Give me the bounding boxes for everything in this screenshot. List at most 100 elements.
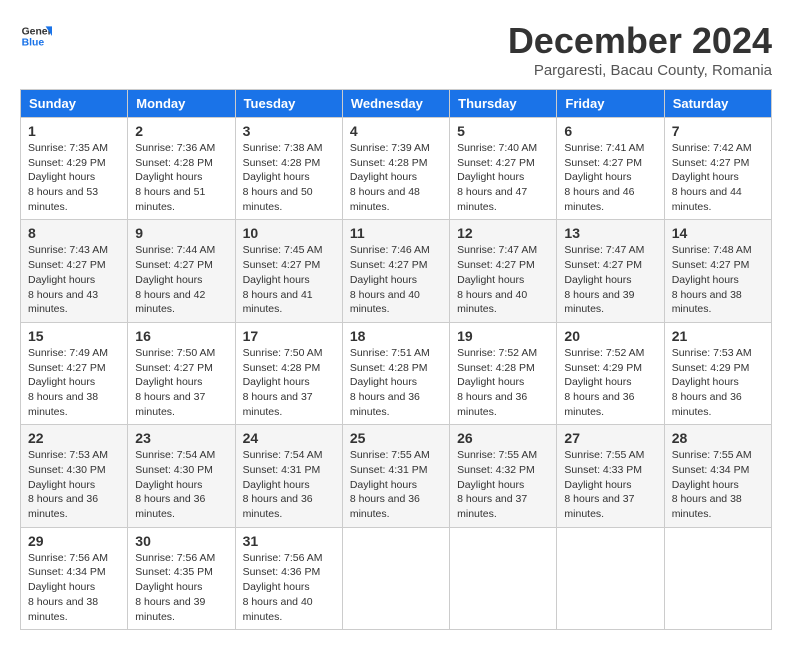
title-block: December 2024 Pargaresti, Bacau County, … [508, 20, 772, 79]
calendar-cell: 1 Sunrise: 7:35 AMSunset: 4:29 PMDaylight… [21, 118, 128, 220]
day-header-saturday: Saturday [664, 90, 771, 118]
calendar-cell: 3Sunrise: 7:38 AMSunset: 4:28 PMDaylight… [235, 118, 342, 220]
calendar-cell: 29Sunrise: 7:56 AMSunset: 4:34 PMDayligh… [21, 527, 128, 629]
day-info: Sunrise: 7:55 AMSunset: 4:34 PMDaylight … [672, 448, 764, 521]
calendar-cell [450, 527, 557, 629]
day-number: 1 [28, 123, 120, 139]
day-number: 7 [672, 123, 764, 139]
day-number: 20 [564, 328, 656, 344]
day-info: Sunrise: 7:50 AMSunset: 4:27 PMDaylight … [135, 346, 227, 419]
calendar-header-row: SundayMondayTuesdayWednesdayThursdayFrid… [21, 90, 772, 118]
week-row-4: 22Sunrise: 7:53 AMSunset: 4:30 PMDayligh… [21, 425, 772, 527]
location-subtitle: Pargaresti, Bacau County, Romania [508, 62, 772, 79]
day-info: Sunrise: 7:44 AMSunset: 4:27 PMDaylight … [135, 243, 227, 316]
day-number: 16 [135, 328, 227, 344]
day-info: Sunrise: 7:50 AMSunset: 4:28 PMDaylight … [243, 346, 335, 419]
week-row-3: 15Sunrise: 7:49 AMSunset: 4:27 PMDayligh… [21, 322, 772, 424]
calendar-cell: 11 Sunrise: 7:46 AMSunset: 4:27 PMDayligh… [342, 220, 449, 322]
day-info: Sunrise: 7:53 AMSunset: 4:29 PMDaylight … [672, 346, 764, 419]
day-number: 11 [350, 225, 442, 241]
day-info: Sunrise: 7:55 AMSunset: 4:33 PMDaylight … [564, 448, 656, 521]
calendar-cell: 10 Sunrise: 7:45 AMSunset: 4:27 PMDayligh… [235, 220, 342, 322]
calendar-cell: 18 Sunrise: 7:51 AMSunset: 4:28 PMDayligh… [342, 322, 449, 424]
day-number: 28 [672, 430, 764, 446]
calendar-table: SundayMondayTuesdayWednesdayThursdayFrid… [20, 89, 772, 630]
day-info: Sunrise: 7:54 AMSunset: 4:31 PMDaylight … [243, 448, 335, 521]
day-number: 10 [243, 225, 335, 241]
day-info: Sunrise: 7:53 AMSunset: 4:30 PMDaylight … [28, 448, 120, 521]
calendar-cell: 5 Sunrise: 7:40 AMSunset: 4:27 PMDaylight… [450, 118, 557, 220]
day-number: 18 [350, 328, 442, 344]
day-number: 14 [672, 225, 764, 241]
day-info: Sunrise: 7:36 AMSunset: 4:28 PMDaylight … [135, 141, 227, 214]
day-header-wednesday: Wednesday [342, 90, 449, 118]
day-number: 29 [28, 533, 120, 549]
day-number: 25 [350, 430, 442, 446]
day-header-monday: Monday [128, 90, 235, 118]
calendar-cell [557, 527, 664, 629]
day-number: 31 [243, 533, 335, 549]
day-number: 12 [457, 225, 549, 241]
calendar-cell: 30 Sunrise: 7:56 AMSunset: 4:35 PMDayligh… [128, 527, 235, 629]
calendar-cell: 15Sunrise: 7:49 AMSunset: 4:27 PMDayligh… [21, 322, 128, 424]
day-info: Sunrise: 7:46 AMSunset: 4:27 PMDaylight … [350, 243, 442, 316]
day-header-thursday: Thursday [450, 90, 557, 118]
day-number: 5 [457, 123, 549, 139]
day-info: Sunrise: 7:52 AMSunset: 4:28 PMDaylight … [457, 346, 549, 419]
logo-icon: General Blue [20, 20, 52, 52]
calendar-cell [342, 527, 449, 629]
calendar-cell: 23Sunrise: 7:54 AMSunset: 4:30 PMDayligh… [128, 425, 235, 527]
logo: General Blue [20, 20, 52, 52]
calendar-cell: 20 Sunrise: 7:52 AMSunset: 4:29 PMDayligh… [557, 322, 664, 424]
calendar-cell: 22Sunrise: 7:53 AMSunset: 4:30 PMDayligh… [21, 425, 128, 527]
day-info: Sunrise: 7:52 AMSunset: 4:29 PMDaylight … [564, 346, 656, 419]
calendar-cell: 17 Sunrise: 7:50 AMSunset: 4:28 PMDayligh… [235, 322, 342, 424]
calendar-cell: 13Sunrise: 7:47 AMSunset: 4:27 PMDayligh… [557, 220, 664, 322]
calendar-cell: 28 Sunrise: 7:55 AMSunset: 4:34 PMDayligh… [664, 425, 771, 527]
month-title: December 2024 [508, 20, 772, 62]
calendar-cell: 25 Sunrise: 7:55 AMSunset: 4:31 PMDayligh… [342, 425, 449, 527]
day-number: 9 [135, 225, 227, 241]
day-number: 30 [135, 533, 227, 549]
day-info: Sunrise: 7:45 AMSunset: 4:27 PMDaylight … [243, 243, 335, 316]
calendar-cell: 26 Sunrise: 7:55 AMSunset: 4:32 PMDayligh… [450, 425, 557, 527]
day-number: 21 [672, 328, 764, 344]
calendar-cell [664, 527, 771, 629]
day-info: Sunrise: 7:39 AMSunset: 4:28 PMDaylight … [350, 141, 442, 214]
day-number: 2 [135, 123, 227, 139]
day-number: 19 [457, 328, 549, 344]
calendar-cell: 31 Sunrise: 7:56 AMSunset: 4:36 PMDayligh… [235, 527, 342, 629]
day-number: 26 [457, 430, 549, 446]
day-info: Sunrise: 7:43 AMSunset: 4:27 PMDaylight … [28, 243, 120, 316]
calendar-cell: 7 Sunrise: 7:42 AMSunset: 4:27 PMDaylight… [664, 118, 771, 220]
week-row-2: 8 Sunrise: 7:43 AMSunset: 4:27 PMDaylight… [21, 220, 772, 322]
day-number: 8 [28, 225, 120, 241]
day-info: Sunrise: 7:40 AMSunset: 4:27 PMDaylight … [457, 141, 549, 214]
day-info: Sunrise: 7:56 AMSunset: 4:35 PMDaylight … [135, 551, 227, 624]
day-info: Sunrise: 7:51 AMSunset: 4:28 PMDaylight … [350, 346, 442, 419]
calendar-cell: 4 Sunrise: 7:39 AMSunset: 4:28 PMDaylight… [342, 118, 449, 220]
calendar-cell: 14 Sunrise: 7:48 AMSunset: 4:27 PMDayligh… [664, 220, 771, 322]
day-info: Sunrise: 7:38 AMSunset: 4:28 PMDaylight … [243, 141, 335, 214]
week-row-1: 1 Sunrise: 7:35 AMSunset: 4:29 PMDaylight… [21, 118, 772, 220]
day-info: Sunrise: 7:42 AMSunset: 4:27 PMDaylight … [672, 141, 764, 214]
day-info: Sunrise: 7:47 AMSunset: 4:27 PMDaylight … [564, 243, 656, 316]
day-info: Sunrise: 7:55 AMSunset: 4:32 PMDaylight … [457, 448, 549, 521]
day-info: Sunrise: 7:47 AMSunset: 4:27 PMDaylight … [457, 243, 549, 316]
day-number: 17 [243, 328, 335, 344]
day-info: Sunrise: 7:41 AMSunset: 4:27 PMDaylight … [564, 141, 656, 214]
calendar-cell: 9 Sunrise: 7:44 AMSunset: 4:27 PMDaylight… [128, 220, 235, 322]
day-number: 4 [350, 123, 442, 139]
calendar-cell: 27Sunrise: 7:55 AMSunset: 4:33 PMDayligh… [557, 425, 664, 527]
day-info: Sunrise: 7:35 AMSunset: 4:29 PMDaylight … [28, 141, 120, 214]
calendar-cell: 19 Sunrise: 7:52 AMSunset: 4:28 PMDayligh… [450, 322, 557, 424]
calendar-cell: 6 Sunrise: 7:41 AMSunset: 4:27 PMDaylight… [557, 118, 664, 220]
day-info: Sunrise: 7:56 AMSunset: 4:36 PMDaylight … [243, 551, 335, 624]
day-number: 23 [135, 430, 227, 446]
day-info: Sunrise: 7:48 AMSunset: 4:27 PMDaylight … [672, 243, 764, 316]
day-header-sunday: Sunday [21, 90, 128, 118]
day-info: Sunrise: 7:55 AMSunset: 4:31 PMDaylight … [350, 448, 442, 521]
calendar-cell: 8 Sunrise: 7:43 AMSunset: 4:27 PMDaylight… [21, 220, 128, 322]
svg-text:Blue: Blue [22, 38, 45, 49]
day-number: 6 [564, 123, 656, 139]
